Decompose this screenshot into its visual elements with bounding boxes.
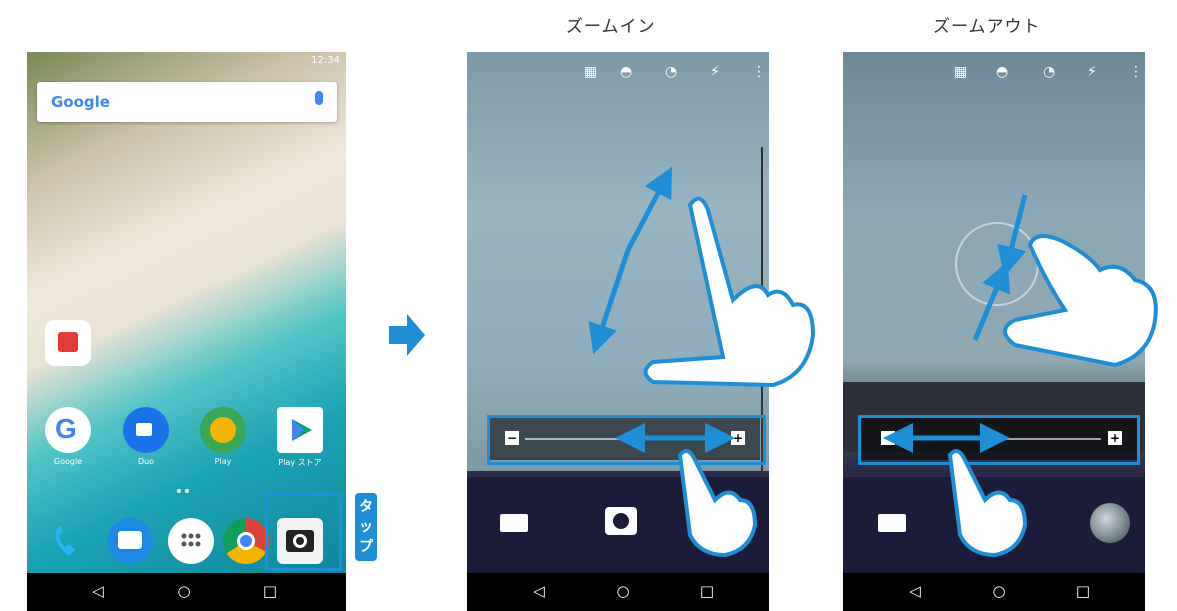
tap-char-3: プ: [359, 539, 373, 555]
beauty-icon[interactable]: ◓: [996, 64, 1008, 80]
play-store-icon[interactable]: [277, 407, 323, 453]
zoom-out-caption: ズームアウト: [933, 17, 1041, 37]
camera-controls: [467, 477, 769, 573]
focus-ring: [955, 222, 1039, 306]
grid-icon[interactable]: ▦: [584, 64, 597, 80]
app-label-play-store: Play ストア: [278, 458, 322, 467]
status-time: 12:34: [311, 55, 340, 66]
tap-char-2: ッ: [359, 519, 373, 535]
step-arrow-icon: [389, 314, 425, 356]
app-label-duo: Duo: [137, 457, 155, 466]
app-label-play: Play: [214, 457, 232, 466]
timer-icon[interactable]: ◔: [1043, 64, 1055, 80]
mic-icon[interactable]: [315, 91, 323, 105]
app-label-google: Google: [53, 457, 83, 466]
more-menu-icon[interactable]: ⋮: [752, 64, 766, 80]
nav-bar: ◁ ○ □: [843, 573, 1145, 611]
google-search-bar[interactable]: Google: [37, 82, 337, 122]
status-bar: 12:34: [27, 52, 346, 72]
shutter-button[interactable]: [605, 507, 637, 535]
zoom-in-caption: ズームイン: [566, 17, 656, 37]
back-button[interactable]: ◁: [905, 582, 925, 600]
more-menu-icon[interactable]: ⋮: [1129, 64, 1143, 80]
duo-icon[interactable]: [123, 407, 169, 453]
tap-badge: タ ッ プ: [355, 493, 377, 561]
recents-button[interactable]: □: [260, 582, 280, 600]
home-button[interactable]: ○: [989, 582, 1009, 600]
app-drawer-icon[interactable]: [168, 518, 214, 564]
page-indicator-dot: [185, 489, 189, 493]
timer-icon[interactable]: ◔: [665, 64, 677, 80]
zoom-in-phone: ▦ ◓ ◔ ⚡ ⋮ − + ◁ ○ □: [467, 52, 769, 611]
chrome-icon[interactable]: [223, 518, 269, 564]
tap-char-1: タ: [359, 499, 373, 515]
back-button[interactable]: ◁: [88, 582, 108, 600]
nav-bar: ◁ ○ □: [27, 573, 346, 611]
zoom-slider-highlight: [487, 415, 766, 465]
home-button[interactable]: ○: [174, 582, 194, 600]
nav-bar: ◁ ○ □: [467, 573, 769, 611]
google-logo: Google: [51, 93, 110, 111]
folder-icon[interactable]: [45, 320, 91, 366]
zoom-out-phone: ▦ ◓ ◔ ⚡ ⋮ − + ◁ ○ □: [843, 52, 1145, 611]
recents-button[interactable]: □: [697, 582, 717, 600]
camera-highlight: [265, 493, 342, 571]
page-indicator-dot: [177, 489, 181, 493]
gallery-thumbnail[interactable]: [717, 503, 755, 541]
gallery-thumbnail[interactable]: [1090, 503, 1130, 543]
flash-icon[interactable]: ⚡: [710, 64, 720, 80]
shutter-button[interactable]: [981, 507, 1013, 535]
phone-icon[interactable]: [45, 518, 91, 564]
play-games-icon[interactable]: [200, 407, 246, 453]
recents-button[interactable]: □: [1073, 582, 1093, 600]
camera-controls: [843, 477, 1145, 573]
video-switch-icon[interactable]: [500, 514, 528, 532]
messages-icon[interactable]: [107, 518, 153, 564]
flash-icon[interactable]: ⚡: [1087, 64, 1097, 80]
zoom-slider-highlight: [858, 415, 1140, 465]
grid-icon[interactable]: ▦: [954, 64, 967, 80]
beauty-icon[interactable]: ◓: [620, 64, 632, 80]
video-switch-icon[interactable]: [878, 514, 906, 532]
back-button[interactable]: ◁: [529, 582, 549, 600]
home-button[interactable]: ○: [613, 582, 633, 600]
google-icon[interactable]: G: [45, 407, 91, 453]
